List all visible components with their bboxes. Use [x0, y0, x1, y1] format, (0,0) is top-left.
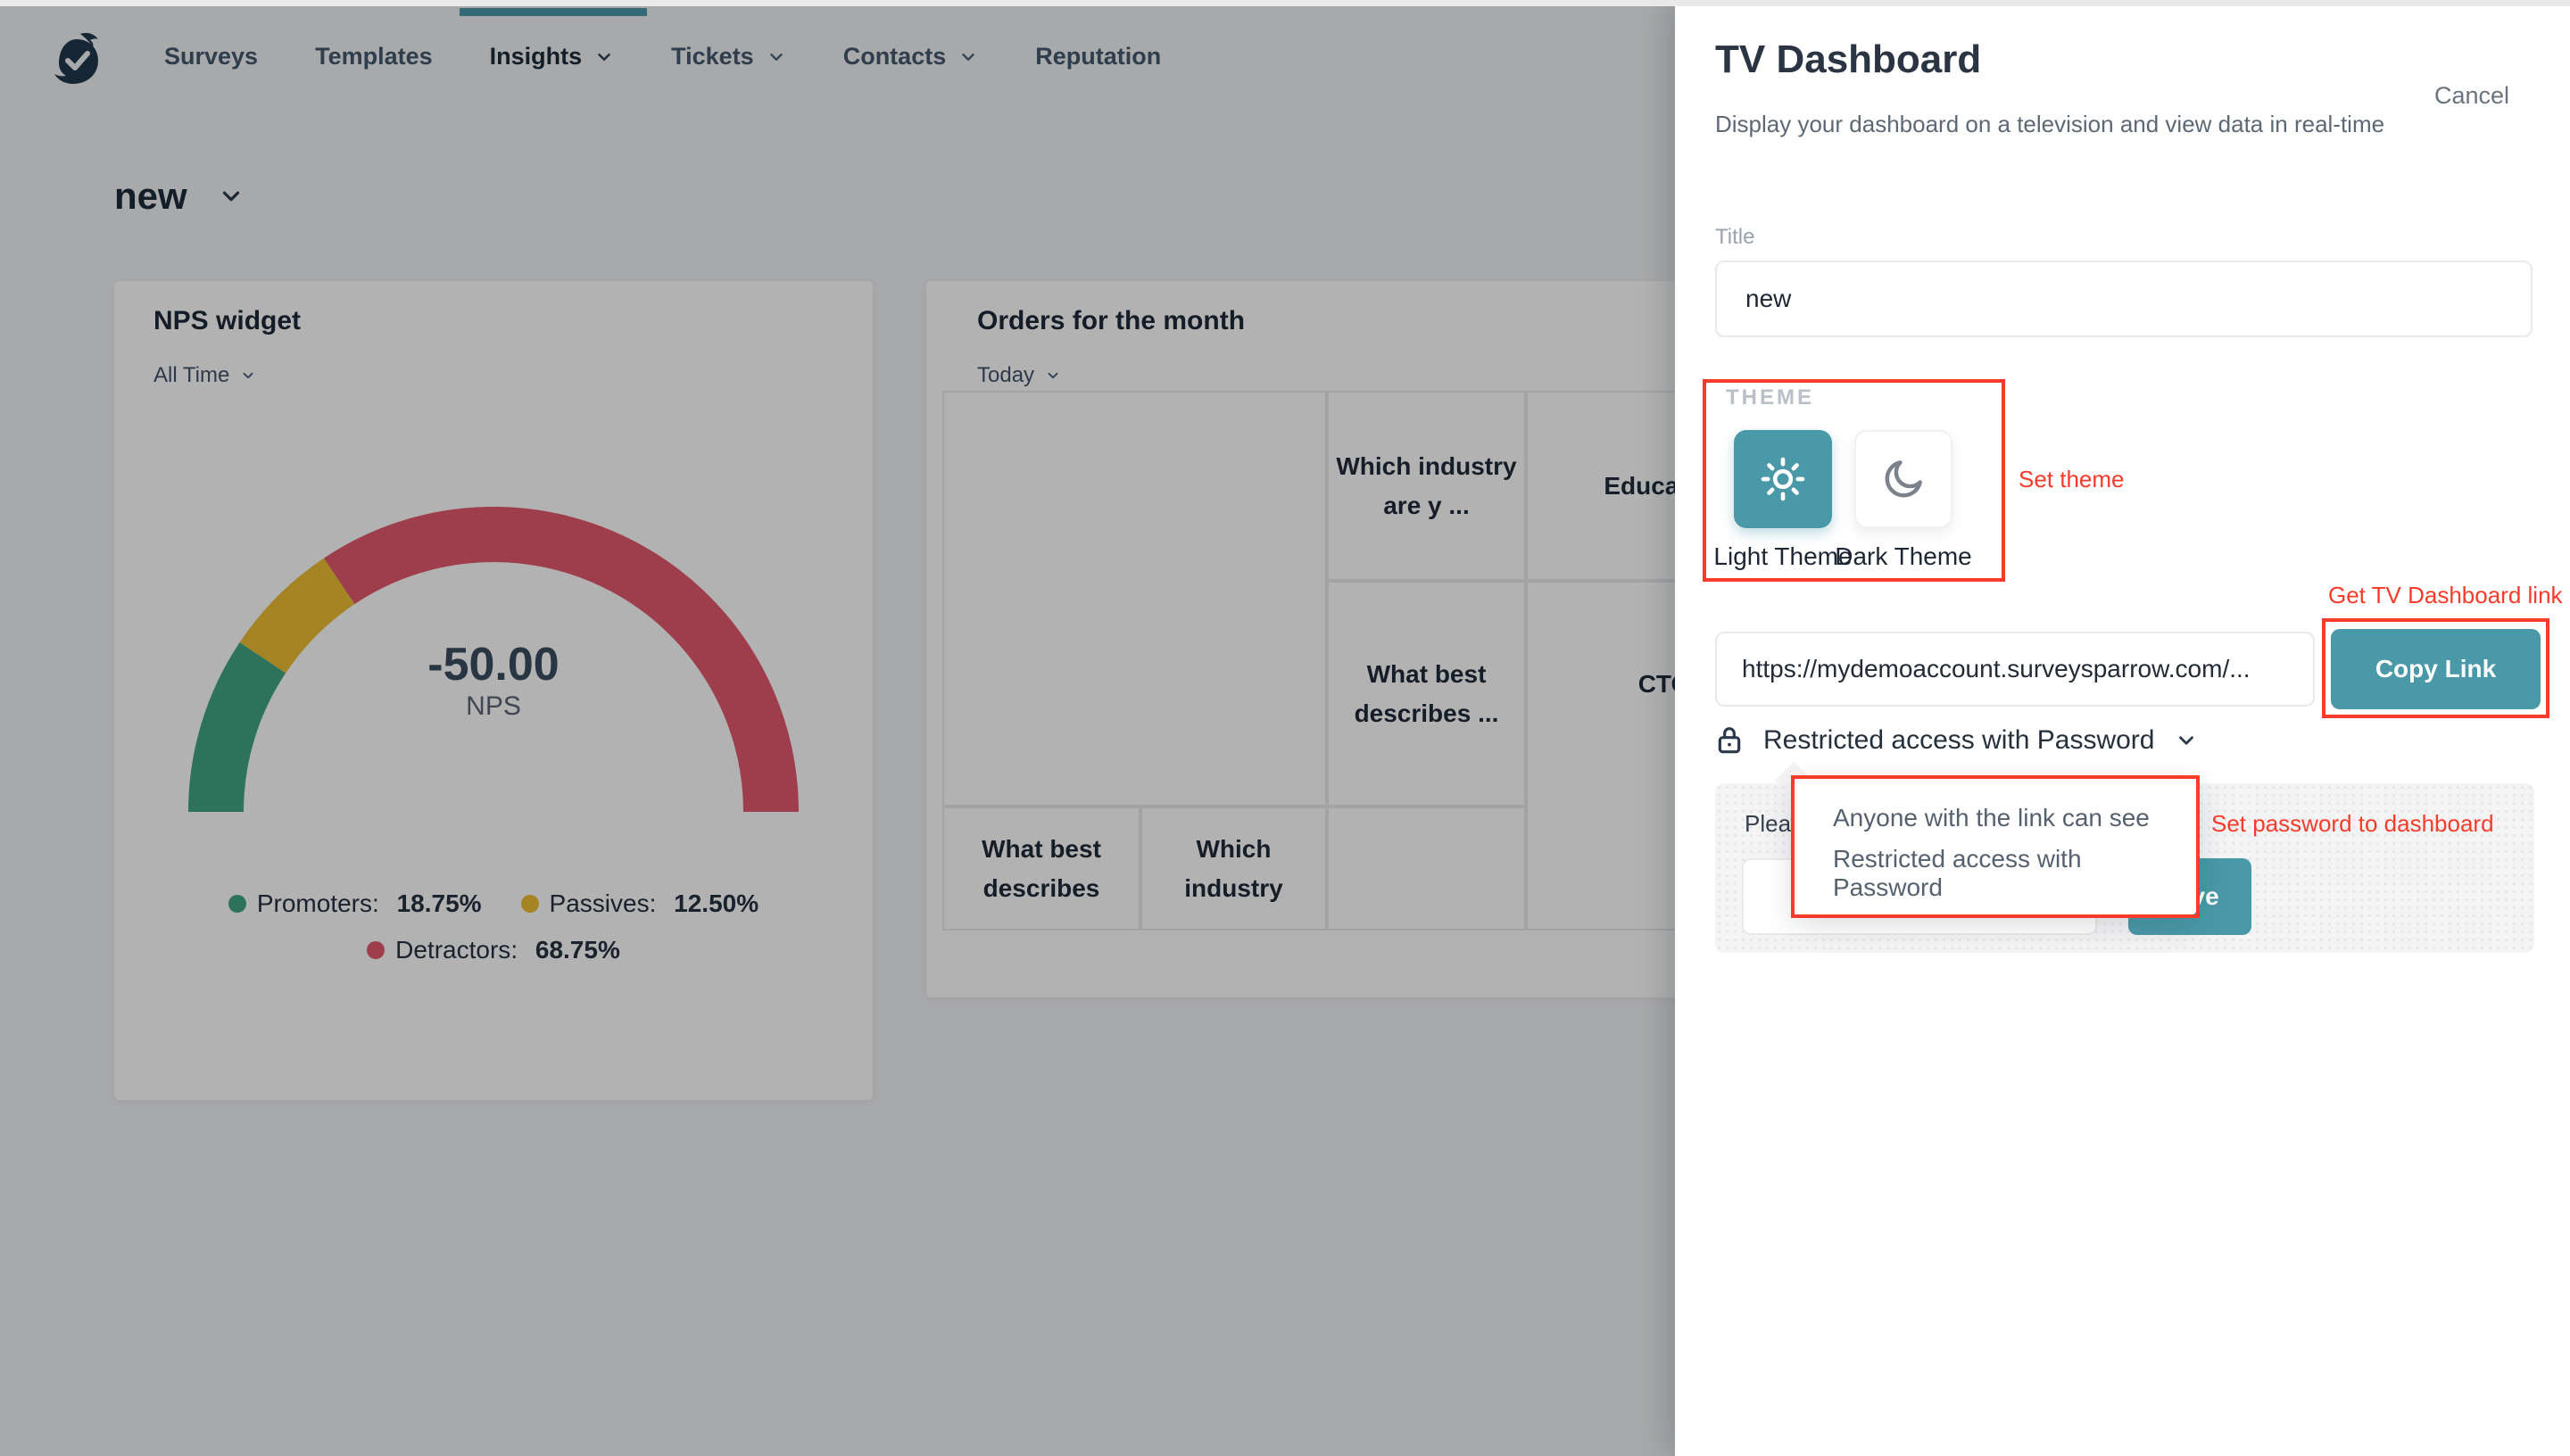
chevron-down-icon	[2175, 729, 2198, 752]
dark-theme-label: Dark Theme	[1832, 542, 1975, 571]
dropdown-option-anyone[interactable]: Anyone with the link can see	[1794, 790, 2197, 846]
annotation-set-theme: Set theme	[2019, 466, 2125, 493]
panel-subtitle: Display your dashboard on a television a…	[1715, 111, 2384, 138]
screen: Surveys Templates Insights Tickets Conta…	[0, 0, 2570, 1456]
annotation-get-link: Get TV Dashboard link	[2328, 582, 2563, 609]
access-mode-label: Restricted access with Password	[1763, 725, 2155, 756]
dropdown-option-restricted[interactable]: Restricted access with Password	[1794, 846, 2197, 901]
access-mode-selector[interactable]: Restricted access with Password	[1715, 724, 2198, 757]
window-top-strip	[0, 0, 2570, 6]
modal-dim-overlay[interactable]	[0, 0, 1675, 1456]
light-theme-tile[interactable]	[1734, 430, 1832, 528]
title-input[interactable]	[1715, 261, 2533, 337]
dark-theme-tile[interactable]	[1854, 430, 1952, 528]
dashboard-link-url: https://mydemoaccount.surveysparrow.com/…	[1742, 655, 2251, 683]
lock-icon	[1715, 724, 1744, 757]
panel-title: TV Dashboard	[1715, 37, 1981, 82]
dashboard-link-field[interactable]: https://mydemoaccount.surveysparrow.com/…	[1715, 632, 2315, 707]
theme-section-label: THEME	[1726, 385, 1814, 410]
tv-dashboard-panel: TV Dashboard Cancel Display your dashboa…	[1675, 0, 2570, 1456]
sun-icon	[1755, 451, 1811, 507]
cancel-button[interactable]: Cancel	[2434, 82, 2509, 110]
annotation-set-password: Set password to dashboard	[2211, 810, 2494, 838]
password-hint-text: Plea	[1745, 810, 1791, 838]
access-dropdown-menu: Anyone with the link can see Restricted …	[1794, 778, 2197, 915]
title-field-label: Title	[1715, 225, 1754, 250]
moon-icon	[1878, 454, 1928, 504]
copy-link-button[interactable]: Copy Link	[2331, 629, 2541, 709]
